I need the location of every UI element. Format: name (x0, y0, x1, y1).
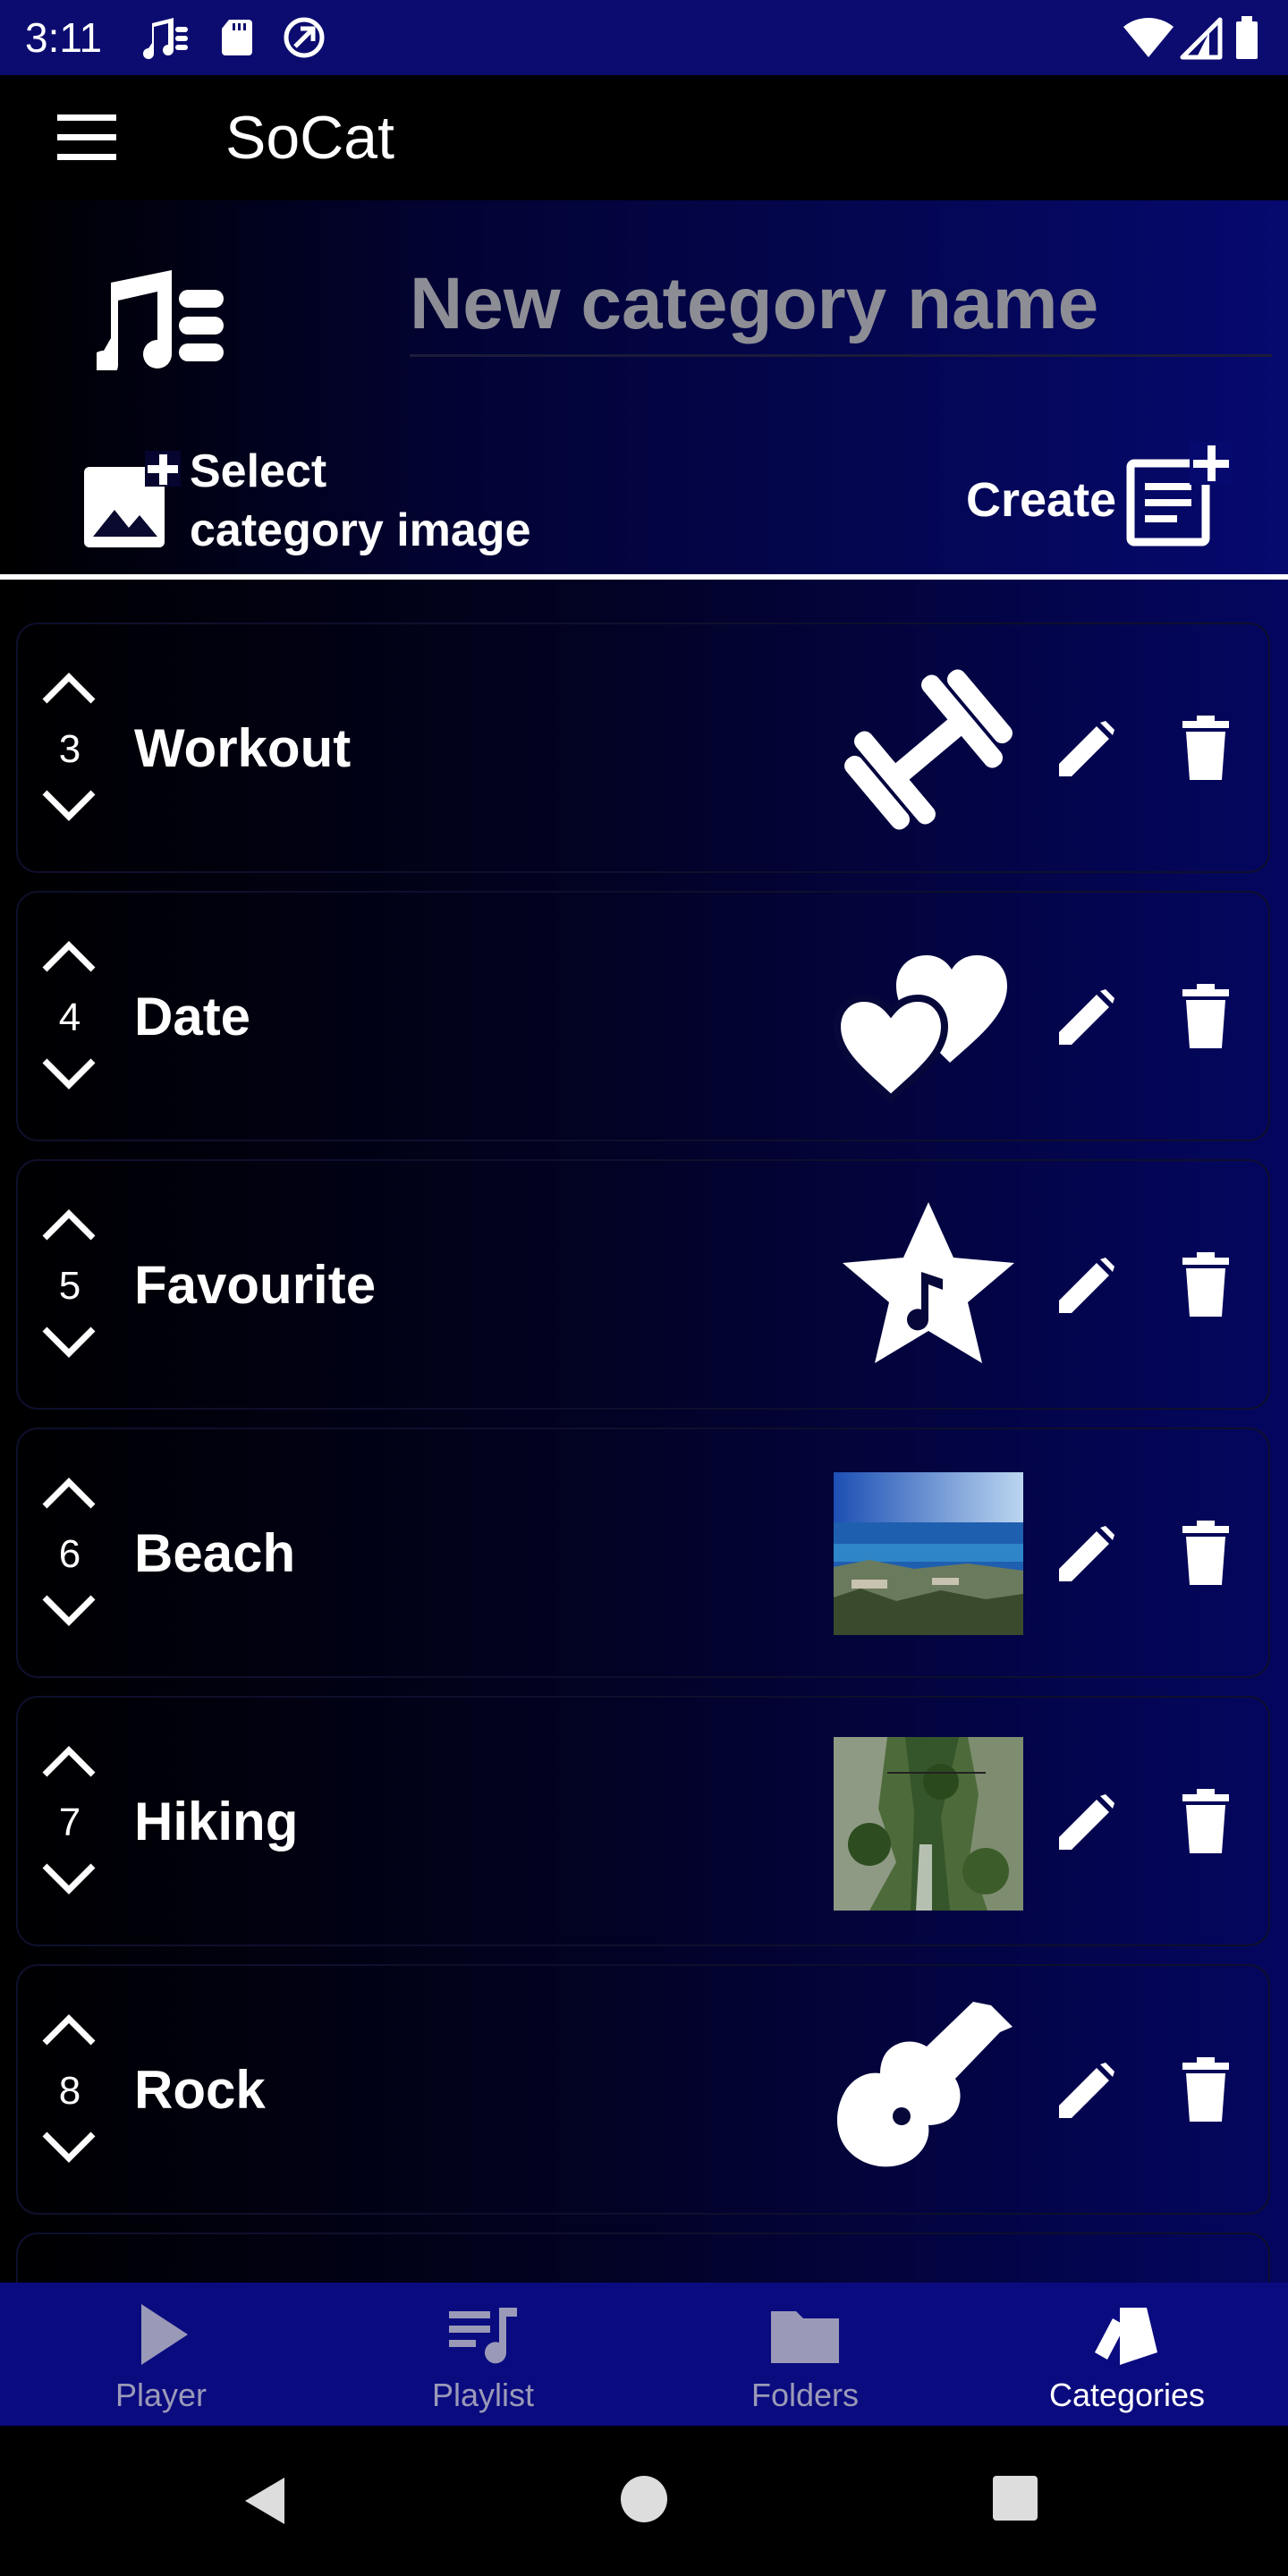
app-title: SoCat (225, 104, 394, 172)
chevron-up-icon[interactable] (39, 669, 98, 707)
category-row-hiking[interactable]: 7 Hiking (16, 1696, 1270, 1946)
category-row-rock[interactable]: 8 Rock (16, 1964, 1270, 2215)
signal-icon (1180, 17, 1223, 60)
recents-icon[interactable] (991, 2474, 1039, 2522)
nav-player[interactable]: Player (0, 2283, 322, 2426)
nav-categories[interactable]: Categories (966, 2283, 1288, 2426)
chevron-down-icon[interactable] (39, 2129, 98, 2166)
edit-icon[interactable] (1055, 987, 1116, 1048)
edit-icon[interactable] (1055, 1256, 1116, 1317)
hiking-photo (834, 1737, 1023, 1911)
category-order: 4 (58, 996, 81, 1039)
nav-playlist[interactable]: Playlist (322, 2283, 644, 2426)
delete-icon[interactable] (1181, 1250, 1231, 1318)
wifi-icon (1123, 17, 1174, 57)
dumbbell-icon (844, 669, 1013, 830)
category-order: 6 (58, 1532, 81, 1576)
chevron-up-icon[interactable] (39, 937, 98, 975)
category-order: 3 (58, 727, 81, 771)
select-image-label-line1: Select (190, 445, 327, 497)
battery-icon (1236, 16, 1258, 59)
hamburger-menu-icon[interactable] (43, 102, 132, 174)
folder-icon (771, 2311, 839, 2363)
category-order: 7 (58, 1801, 81, 1844)
status-bar: 3:11 (0, 0, 1288, 75)
chevron-down-icon[interactable] (39, 1324, 98, 1361)
add-note-icon (1126, 442, 1233, 547)
chevron-down-icon[interactable] (39, 1592, 98, 1630)
app-bar: SoCat (0, 75, 1288, 200)
category-name: Rock (134, 2060, 266, 2120)
nav-folders-label: Folders (750, 2377, 860, 2413)
delete-icon[interactable] (1181, 2055, 1231, 2123)
star-music-icon (843, 1202, 1014, 1363)
music-library-icon (143, 18, 188, 59)
sync-icon (284, 17, 325, 58)
chevron-up-icon[interactable] (39, 2011, 98, 2048)
add-image-icon (84, 451, 181, 547)
chevron-up-icon[interactable] (39, 1742, 98, 1780)
category-name: Workout (134, 718, 352, 778)
delete-icon[interactable] (1181, 982, 1231, 1050)
select-category-image-button[interactable]: Select category image (80, 442, 599, 558)
select-image-label-line2: category image (190, 504, 531, 556)
category-order: 8 (58, 2069, 81, 2113)
category-name: Hiking (134, 1792, 299, 1852)
chevron-down-icon[interactable] (39, 1860, 98, 1898)
categories-icon (1095, 2308, 1157, 2365)
back-icon[interactable] (240, 2474, 293, 2528)
delete-icon[interactable] (1181, 1519, 1231, 1587)
chevron-up-icon[interactable] (39, 1206, 98, 1243)
category-row-workout[interactable]: 3 Workout (16, 623, 1270, 873)
chevron-down-icon[interactable] (39, 787, 98, 825)
play-icon (141, 2304, 188, 2365)
create-label: Create (966, 473, 1117, 527)
system-navigation-bar (0, 2426, 1288, 2576)
edit-icon[interactable] (1055, 1524, 1116, 1585)
edit-icon[interactable] (1055, 719, 1116, 780)
category-row-beach[interactable]: 6 Beach (16, 1428, 1270, 1678)
category-name: Beach (134, 1523, 296, 1583)
delete-icon[interactable] (1181, 714, 1231, 782)
playlist-icon (449, 2308, 517, 2364)
category-row-date[interactable]: 4 Date (16, 891, 1270, 1141)
category-name-input[interactable] (410, 254, 1272, 357)
edit-icon[interactable] (1055, 2061, 1116, 2122)
new-category-panel: Select category image Create (0, 200, 1288, 574)
create-category-button[interactable]: Create (957, 442, 1261, 558)
chevron-down-icon[interactable] (39, 1055, 98, 1093)
nav-playlist-label: Playlist (431, 2377, 535, 2413)
hearts-icon (834, 955, 1007, 1104)
category-row-partial[interactable] (16, 2233, 1270, 2283)
nav-categories-label: Categories (1048, 2377, 1206, 2413)
beach-photo (834, 1472, 1023, 1635)
category-name: Favourite (134, 1255, 377, 1315)
home-icon[interactable] (619, 2474, 669, 2524)
bottom-navigation: Player Playlist Folders Categories (0, 2283, 1288, 2426)
category-row-favourite[interactable]: 5 Favourite (16, 1159, 1270, 1410)
chevron-up-icon[interactable] (39, 1474, 98, 1512)
nav-player-label: Player (114, 2377, 208, 2413)
category-name: Date (134, 987, 251, 1046)
category-order: 5 (58, 1264, 81, 1308)
sd-card-icon (222, 20, 252, 55)
status-time: 3:11 (25, 14, 103, 61)
edit-icon[interactable] (1055, 1792, 1116, 1853)
nav-folders[interactable]: Folders (644, 2283, 966, 2426)
delete-icon[interactable] (1181, 1787, 1231, 1855)
category-list[interactable]: 3 Workout 4 Date 5 Favourite 6 Beach 7 H… (0, 580, 1288, 2283)
music-library-icon (97, 270, 224, 370)
guitar-icon (836, 2002, 1013, 2167)
